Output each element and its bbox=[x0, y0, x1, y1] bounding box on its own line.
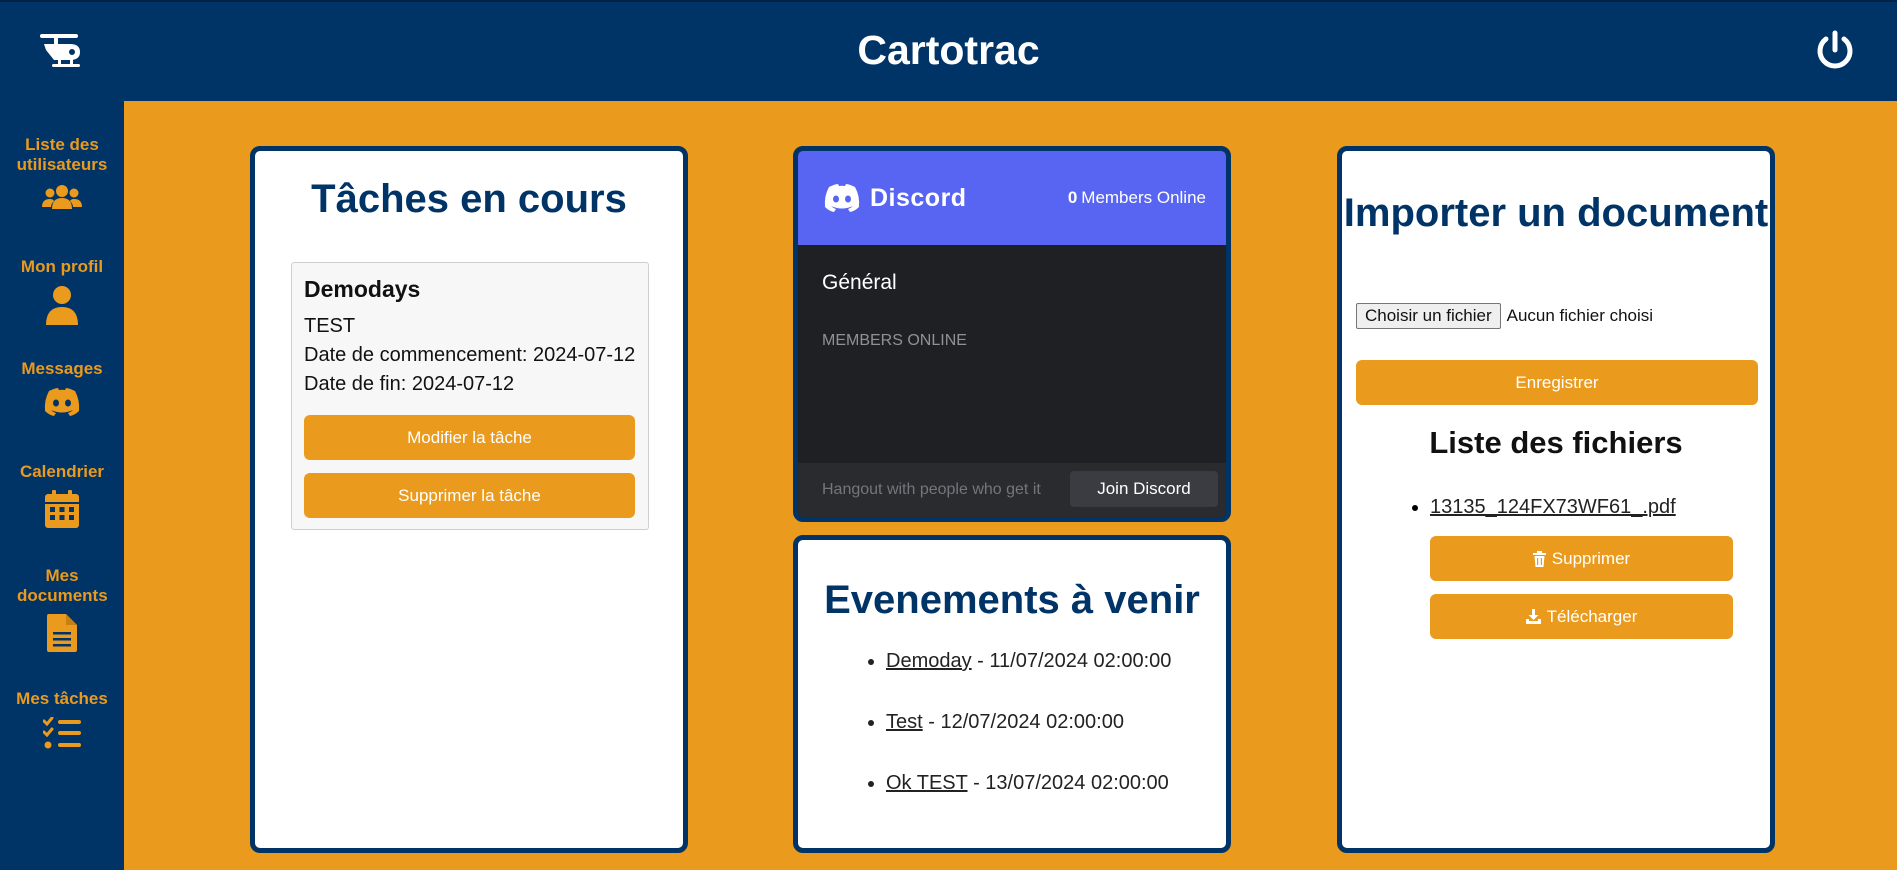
delete-task-button[interactable]: Supprimer la tâche bbox=[304, 473, 635, 518]
list-item: 13135_124FX73WF61_.pdf bbox=[1430, 496, 1676, 519]
discord-channel[interactable]: Général bbox=[822, 271, 897, 295]
discord-icon bbox=[44, 388, 80, 416]
sidebar-item-documents[interactable]: Mes documents bbox=[0, 566, 124, 652]
event-date: - 12/07/2024 02:00:00 bbox=[922, 711, 1124, 733]
delete-file-button[interactable]: Supprimer bbox=[1430, 536, 1733, 581]
sidebar-item-label: Liste des utilisateurs bbox=[16, 135, 108, 174]
event-link[interactable]: Test bbox=[886, 711, 923, 733]
sidebar-item-calendar[interactable]: Calendrier bbox=[0, 462, 124, 528]
join-discord-button[interactable]: Join Discord bbox=[1070, 471, 1218, 507]
sidebar: Liste des utilisateurs Mon profil Messag… bbox=[0, 101, 124, 870]
task-description: TEST bbox=[304, 315, 356, 337]
sidebar-item-label: Messages bbox=[21, 359, 103, 378]
task-item: Demodays TEST Date de commencement: 2024… bbox=[291, 262, 649, 530]
tasks-title: Tâches en cours bbox=[311, 177, 627, 221]
tasks-card: Tâches en cours Demodays TEST Date de co… bbox=[250, 146, 688, 853]
list-item: Test - 12/07/2024 02:00:00 bbox=[886, 711, 1171, 772]
sidebar-item-label: Mes documents bbox=[17, 566, 108, 605]
top-bar: Cartotrac bbox=[0, 0, 1897, 101]
user-icon bbox=[46, 286, 78, 325]
file-link[interactable]: 13135_124FX73WF61_.pdf bbox=[1430, 496, 1676, 518]
sidebar-item-label: Mes tâches bbox=[16, 689, 108, 708]
sidebar-item-users[interactable]: Liste des utilisateurs bbox=[0, 135, 124, 213]
events-list: Demoday - 11/07/2024 02:00:00 Test - 12/… bbox=[858, 650, 1171, 833]
app-title: Cartotrac bbox=[857, 27, 1040, 73]
calendar-icon bbox=[45, 490, 79, 528]
no-file-text: Aucun fichier choisi bbox=[1506, 306, 1654, 325]
download-file-button[interactable]: Télécharger bbox=[1430, 594, 1733, 639]
files-list: 13135_124FX73WF61_.pdf bbox=[1398, 496, 1676, 519]
online-count: 0 bbox=[1067, 188, 1078, 207]
download-icon bbox=[1525, 609, 1541, 624]
discord-footer: Hangout with people who get it Join Disc… bbox=[798, 463, 1226, 517]
download-file-label: Télécharger bbox=[1546, 606, 1638, 626]
events-title: Evenements à venir bbox=[824, 578, 1200, 622]
choose-file-button[interactable]: Choisir un fichier bbox=[1356, 303, 1501, 329]
sidebar-item-tasks[interactable]: Mes tâches bbox=[0, 689, 124, 751]
document-icon bbox=[47, 614, 77, 652]
event-date: - 11/07/2024 02:00:00 bbox=[971, 650, 1172, 672]
edit-task-button[interactable]: Modifier la tâche bbox=[304, 415, 635, 460]
members-online-heading: MEMBERS ONLINE bbox=[822, 332, 967, 349]
task-start-date: Date de commencement: 2024-07-12 bbox=[304, 344, 636, 366]
sidebar-item-label: Calendrier bbox=[19, 462, 105, 481]
discord-widget: Discord 0 Members Online Général MEMBERS … bbox=[793, 146, 1231, 522]
sidebar-item-label: Mon profil bbox=[20, 257, 104, 276]
trash-icon bbox=[1532, 550, 1546, 567]
list-item: Demoday - 11/07/2024 02:00:00 bbox=[886, 650, 1171, 711]
documents-card: Importer un document Choisir un fichier … bbox=[1337, 146, 1775, 853]
files-list-title: Liste des fichiers bbox=[1429, 425, 1683, 460]
delete-file-label: Supprimer bbox=[1551, 548, 1631, 568]
import-title: Importer un document bbox=[1343, 191, 1769, 235]
discord-header: Discord 0 Members Online bbox=[798, 151, 1226, 245]
task-name: Demodays bbox=[304, 276, 421, 302]
discord-brand: Discord bbox=[870, 183, 967, 212]
users-icon bbox=[42, 185, 82, 209]
event-date: - 13/07/2024 02:00:00 bbox=[967, 772, 1169, 794]
discord-logo[interactable]: Discord bbox=[822, 183, 967, 213]
events-card: Evenements à venir Demoday - 11/07/2024 … bbox=[793, 535, 1231, 853]
list-item: Ok TEST - 13/07/2024 02:00:00 bbox=[886, 772, 1171, 833]
event-link[interactable]: Ok TEST bbox=[886, 772, 968, 794]
sidebar-item-profile[interactable]: Mon profil bbox=[0, 257, 124, 325]
task-list-icon bbox=[43, 717, 81, 749]
members-online-count: 0 Members Online bbox=[1068, 188, 1206, 208]
online-label: Members Online bbox=[1081, 188, 1206, 207]
event-link[interactable]: Demoday bbox=[886, 650, 972, 672]
discord-icon bbox=[824, 184, 860, 212]
file-input: Choisir un fichier Aucun fichier choisi bbox=[1356, 303, 1653, 329]
discord-footer-text: Hangout with people who get it bbox=[822, 481, 1041, 498]
save-button[interactable]: Enregistrer bbox=[1356, 360, 1758, 405]
task-end-date: Date de fin: 2024-07-12 bbox=[304, 373, 515, 395]
sidebar-item-messages[interactable]: Messages bbox=[0, 359, 124, 417]
power-icon[interactable] bbox=[1815, 30, 1855, 77]
